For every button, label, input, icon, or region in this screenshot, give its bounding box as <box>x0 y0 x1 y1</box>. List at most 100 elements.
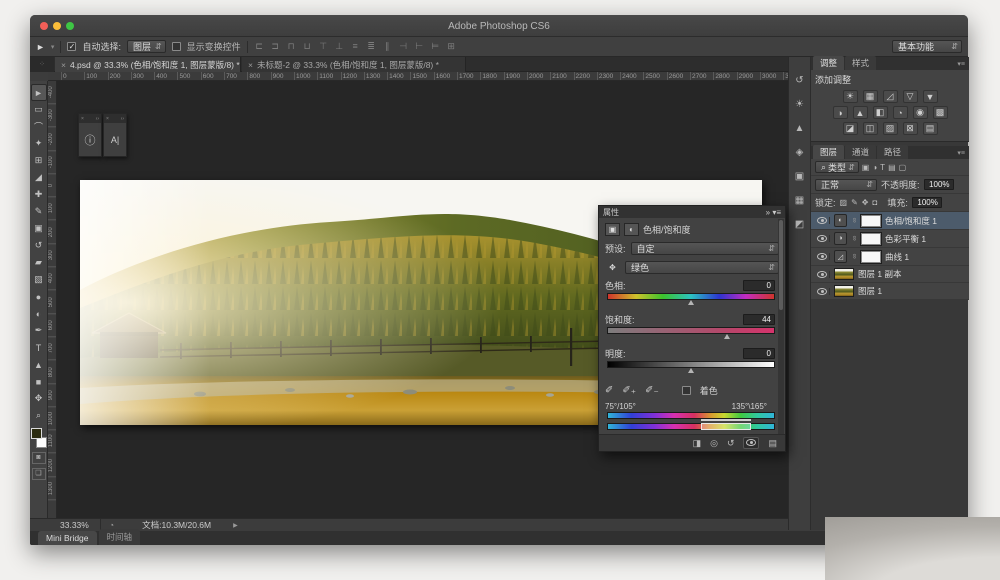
layer-filter-icon[interactable]: ▢ <box>899 163 907 172</box>
layer-filter-icon[interactable]: ▣ <box>862 163 870 172</box>
lock-icon[interactable]: ✎ <box>851 198 858 207</box>
zoom-level-field[interactable]: 33.33% <box>60 520 100 530</box>
layer-filter-icon[interactable]: T <box>880 163 885 172</box>
hue-range-control[interactable] <box>607 419 775 422</box>
tool-button[interactable]: ■ <box>31 373 47 390</box>
tool-button[interactable]: ● <box>31 288 47 305</box>
info-mini-panel[interactable]: ×›› ⓘ <box>78 113 102 157</box>
blend-mode-dropdown[interactable]: 正常⇵ <box>815 179 877 191</box>
align-icon[interactable]: ⊐ <box>270 41 281 52</box>
adjustment-badge-icon[interactable]: ◐ <box>834 214 847 227</box>
tab-timeline[interactable]: 时间轴 <box>99 529 141 545</box>
lock-icon[interactable]: ▨ <box>840 198 848 207</box>
eyedropper-icon[interactable]: ✐₋ <box>645 385 659 396</box>
align-icon[interactable]: ⊏ <box>254 41 265 52</box>
lightness-slider[interactable] <box>607 361 775 373</box>
align-icon[interactable]: ⊢ <box>414 41 425 52</box>
opacity-value[interactable]: 100% <box>924 179 954 190</box>
panel-menu-icon[interactable]: ▾≡ <box>953 60 969 70</box>
scrollbar[interactable] <box>778 219 784 435</box>
layer-name[interactable]: 曲线 1 <box>885 251 909 263</box>
tool-button[interactable]: ⌒ <box>31 118 47 135</box>
collapse-icon[interactable]: ›› <box>121 116 124 122</box>
tool-button[interactable]: ▣ <box>31 220 47 237</box>
saturation-slider[interactable] <box>607 327 775 339</box>
collapsed-panel-icon[interactable]: ▲ <box>792 121 808 135</box>
selected-range-highlight[interactable] <box>701 423 751 430</box>
layer-filter-icon[interactable]: ◑ <box>872 163 877 172</box>
align-icon[interactable]: ≡ <box>350 41 361 52</box>
visibility-eye-icon[interactable] <box>815 288 830 295</box>
layer-name[interactable]: 色相/饱和度 1 <box>885 215 937 227</box>
fill-value[interactable]: 100% <box>912 197 942 208</box>
adjustment-type-icon[interactable]: ◧ <box>873 106 888 119</box>
tool-button[interactable]: ✒ <box>31 322 47 339</box>
color-swatches[interactable] <box>31 428 47 448</box>
tool-button[interactable]: ✎ <box>31 203 47 220</box>
visibility-eye-icon[interactable] <box>815 235 830 242</box>
channel-dropdown[interactable]: 绿色⇵ <box>625 261 779 274</box>
tool-button[interactable]: ✚ <box>31 186 47 203</box>
tool-button[interactable]: ► <box>31 84 47 101</box>
adjustment-type-icon[interactable]: ▼ <box>923 90 938 103</box>
auto-select-checkbox[interactable]: ✓ <box>67 42 76 51</box>
document-tab-1[interactable]: × 4.psd @ 33.3% (色相/饱和度 1, 图层蒙版/8) * <box>55 57 241 72</box>
close-tab-icon[interactable]: × <box>61 60 66 70</box>
tool-button[interactable]: ✥ <box>31 390 47 407</box>
foreground-color-swatch[interactable] <box>31 428 42 439</box>
tool-preset-caret[interactable]: ▾ <box>51 43 55 51</box>
tab-layers[interactable]: 图层 <box>813 145 844 159</box>
lightness-value[interactable]: 0 <box>743 348 775 359</box>
status-options-arrow[interactable]: ▶ <box>233 522 238 529</box>
layer-row-hue-saturation[interactable]: ◐ ∞ 色相/饱和度 1 <box>811 212 969 230</box>
layer-row-layer1-copy[interactable]: 图层 1 副本 <box>811 266 969 283</box>
align-icon[interactable]: ∥ <box>382 41 393 52</box>
show-transform-checkbox[interactable]: ✓ <box>172 42 181 51</box>
visibility-toggle-icon[interactable] <box>743 437 759 449</box>
tool-button[interactable]: ⌕ <box>31 407 47 424</box>
lock-icon[interactable]: ◘ <box>872 198 877 207</box>
workspace-switcher[interactable]: 基本功能⇵ <box>892 40 962 53</box>
adjustment-type-icon[interactable]: ◿ <box>883 90 898 103</box>
visibility-eye-icon[interactable] <box>815 253 830 260</box>
tool-button[interactable]: T <box>31 339 47 356</box>
panel-action-icon[interactable]: ◎ <box>710 438 718 449</box>
tool-button[interactable]: ▧ <box>31 271 47 288</box>
layer-row-color-balance[interactable]: ◑ ∞ 色彩平衡 1 <box>811 230 969 248</box>
auto-select-dropdown[interactable]: 图层⇵ <box>127 40 166 53</box>
layer-mask-thumbnail[interactable] <box>861 251 881 263</box>
eyedropper-icon[interactable]: ✐ <box>605 385 613 396</box>
close-icon[interactable]: × <box>81 116 84 122</box>
align-icon[interactable]: ≣ <box>366 41 377 52</box>
collapsed-panel-icon[interactable]: ☀ <box>792 97 808 111</box>
align-icon[interactable]: ⊞ <box>446 41 457 52</box>
targeted-adjust-icon[interactable]: ✥ <box>605 261 620 274</box>
adjustment-type-icon[interactable]: ▦ <box>863 90 878 103</box>
tool-button[interactable]: ⊞ <box>31 152 47 169</box>
close-tab-icon[interactable]: × <box>248 60 253 70</box>
adjustment-type-icon[interactable]: ▲ <box>853 106 868 119</box>
layer-filter-dropdown[interactable]: ⌕ 类型 ⇵ <box>815 161 859 173</box>
align-icon[interactable]: ⊤ <box>318 41 329 52</box>
visibility-eye-icon[interactable] <box>815 271 830 278</box>
tool-button[interactable]: ✦ <box>31 135 47 152</box>
collapse-icon[interactable]: » <box>766 208 770 217</box>
adjustment-type-icon[interactable]: ◑ <box>833 106 848 119</box>
close-icon[interactable]: × <box>106 116 109 122</box>
collapsed-panel-icon[interactable]: ◩ <box>792 217 808 231</box>
tool-button[interactable]: ▭ <box>31 101 47 118</box>
adjustment-type-icon[interactable]: ▨ <box>883 122 898 135</box>
align-icon[interactable]: ⊓ <box>286 41 297 52</box>
adjustment-type-icon[interactable]: ◫ <box>863 122 878 135</box>
adjustment-type-icon[interactable]: ◪ <box>843 122 858 135</box>
hue-value[interactable]: 0 <box>743 280 775 291</box>
layer-mask-thumbnail[interactable] <box>861 215 881 227</box>
collapsed-panel-icon[interactable]: ▦ <box>792 193 808 207</box>
collapsed-panel-icon[interactable]: ↺ <box>792 73 808 87</box>
layer-thumbnail[interactable] <box>834 268 854 280</box>
align-icon[interactable]: ⊥ <box>334 41 345 52</box>
layer-row-layer1[interactable]: 图层 1 <box>811 283 969 300</box>
adjustment-type-icon[interactable]: ☀ <box>843 90 858 103</box>
tab-mini-bridge[interactable]: Mini Bridge <box>38 531 97 545</box>
panel-menu-icon[interactable]: ▾≡ <box>772 208 781 217</box>
